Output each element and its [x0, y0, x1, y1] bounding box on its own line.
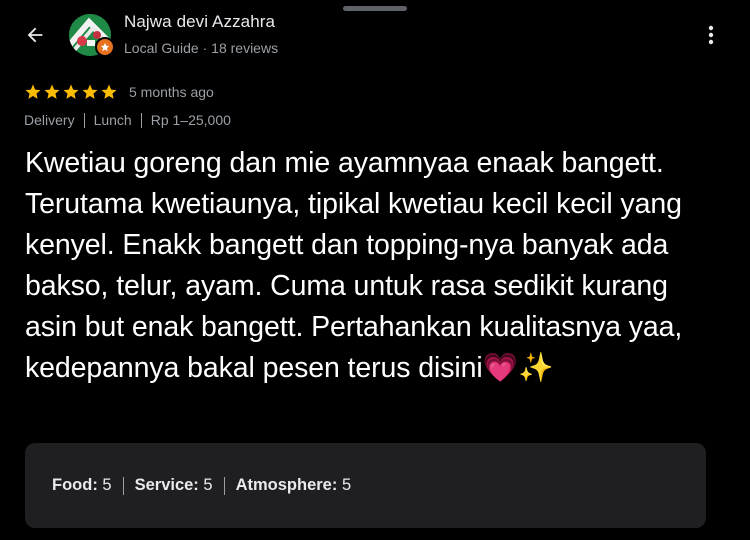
tag-price-range: Rp 1–25,000: [150, 112, 231, 128]
rating-divider: [223, 476, 225, 495]
star-rating: [24, 83, 118, 101]
local-guide-star-icon: [95, 37, 115, 57]
review-body: Kwetiau goreng dan mie ayamnyaa enaak ba…: [25, 147, 683, 384]
service-rating: Service: 5: [134, 476, 213, 494]
avatar[interactable]: [69, 14, 115, 57]
rating-divider: [122, 476, 124, 495]
arrow-back-icon: [27, 27, 43, 43]
review-time: 5 months ago: [129, 84, 214, 100]
tag-service-type: Delivery: [24, 112, 75, 128]
tag-meal-type: Lunch: [93, 112, 132, 128]
reviewer-meta: Local Guide · 18 reviews: [124, 40, 279, 56]
star-icon: [43, 83, 61, 101]
back-button[interactable]: [18, 18, 52, 52]
tag-divider: [140, 112, 142, 128]
atmosphere-rating: Atmosphere: 5: [235, 476, 352, 494]
bottom-sheet-drag-handle[interactable]: [343, 6, 407, 11]
sub-ratings-card: Food: 5 Service: 5 Atmosphere: 5: [25, 443, 706, 528]
rating-row: 5 months ago: [24, 82, 214, 102]
review-tags: Delivery Lunch Rp 1–25,000: [24, 112, 231, 128]
star-icon: [62, 83, 80, 101]
more-vert-icon: [708, 25, 714, 45]
food-rating: Food: 5: [52, 476, 112, 494]
tag-divider: [83, 112, 85, 128]
reviewer-name[interactable]: Najwa devi Azzahra: [124, 12, 275, 32]
star-icon: [100, 83, 118, 101]
star-icon: [24, 83, 42, 101]
star-icon: [81, 83, 99, 101]
more-options-button[interactable]: [697, 20, 725, 50]
